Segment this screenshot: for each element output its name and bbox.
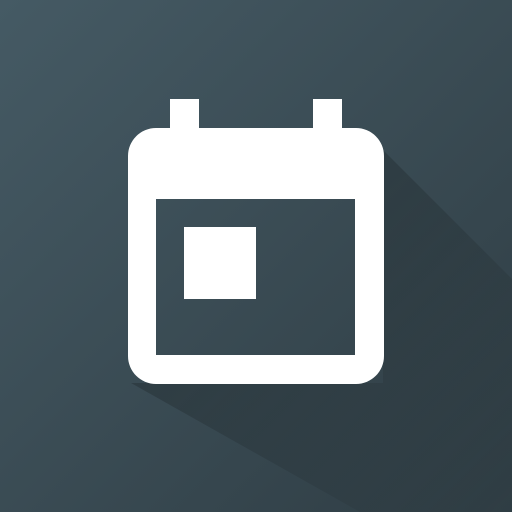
calendar-event-icon: [0, 0, 512, 512]
app-icon: [0, 0, 512, 512]
calendar-event-square: [184, 227, 256, 299]
